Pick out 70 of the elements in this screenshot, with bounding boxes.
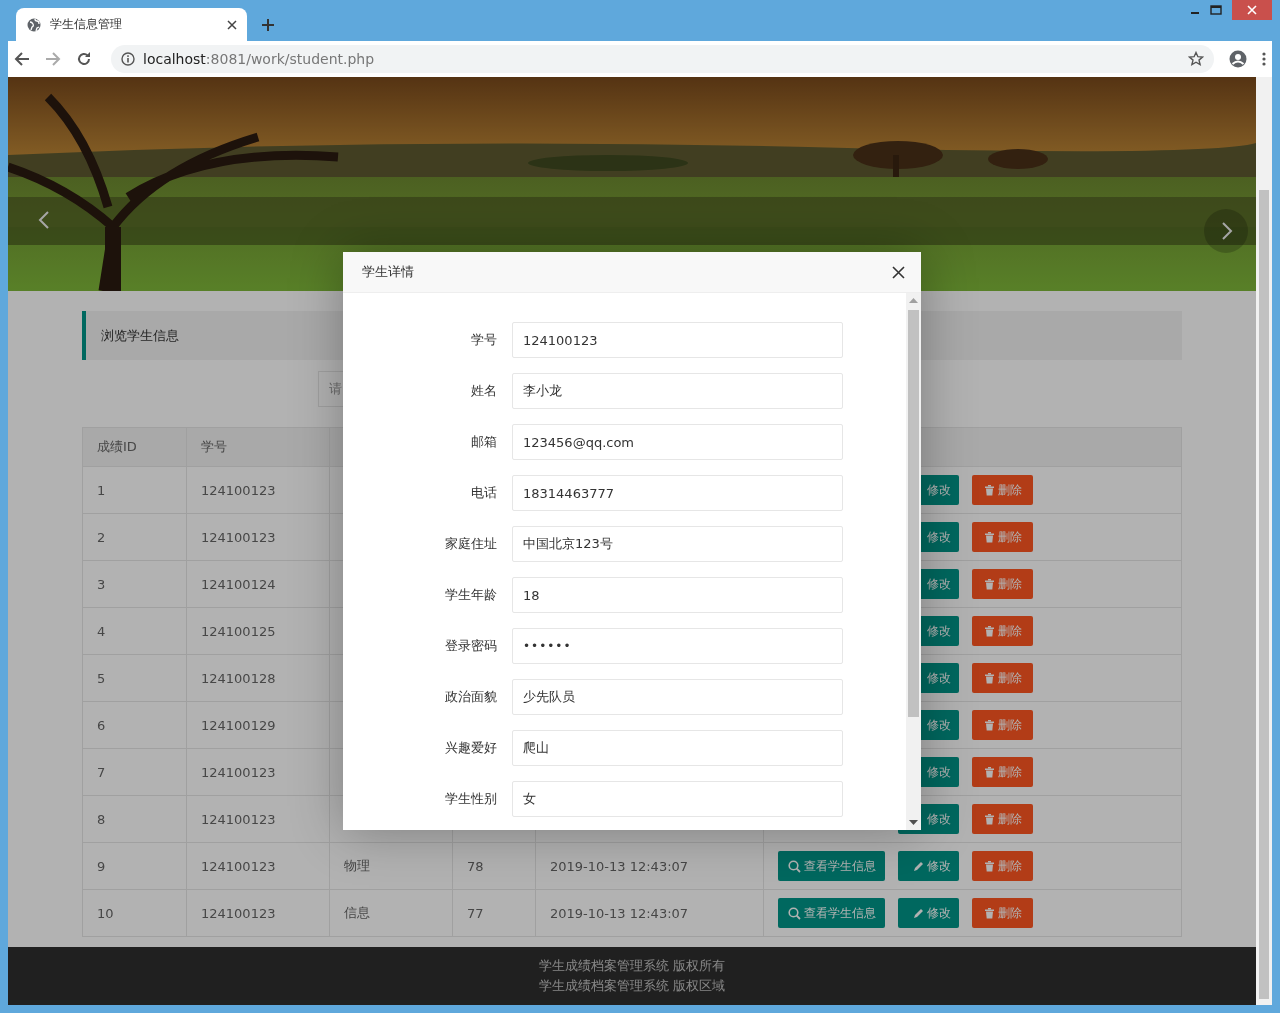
table-cell-text: 3: [96, 575, 107, 594]
browser-tab[interactable]: 学生信息管理: [16, 8, 247, 41]
address-bar[interactable]: localhost:8081/work/student.php: [111, 45, 1214, 73]
password-field[interactable]: ••••••: [512, 628, 843, 664]
delete-button[interactable]: 删除: [972, 710, 1033, 740]
input-field[interactable]: 女: [512, 781, 843, 817]
delete-button[interactable]: 删除: [972, 475, 1033, 505]
field-label: 邮箱: [470, 433, 497, 451]
table-cell: 78: [452, 843, 535, 889]
table-cell: 77: [452, 890, 535, 936]
field-label: 学生性别: [444, 790, 497, 808]
delete-button[interactable]: 删除: [972, 757, 1033, 787]
input-field[interactable]: 124100123: [512, 322, 843, 358]
view-button[interactable]: 查看学生信息: [778, 851, 885, 881]
field-label: 电话: [470, 484, 497, 502]
input-field[interactable]: 爬山: [512, 730, 843, 766]
table-cell: 信息: [329, 890, 452, 936]
table-cell: 124100123: [186, 796, 329, 842]
input-field[interactable]: 123456@qq.com: [512, 424, 843, 460]
table-cell-text: 9: [96, 857, 107, 876]
table-cell: 124100125: [186, 608, 329, 654]
table-cell: 124100123: [186, 890, 329, 936]
dialog-title: 学生详情: [362, 263, 414, 281]
panel-title: 浏览学生信息: [101, 326, 179, 345]
table-cell: 124100124: [186, 561, 329, 607]
table-cell-text: 6: [96, 716, 107, 735]
column-header: 学号: [186, 428, 329, 466]
delete-button[interactable]: 删除: [972, 898, 1033, 928]
table-cell-text: 8: [96, 810, 107, 829]
table-cell-text: 4: [96, 622, 107, 641]
input-field[interactable]: 18: [512, 577, 843, 613]
footer-text: 学生成绩档案管理系统 版权所有: [538, 957, 726, 975]
table-cell: 124100128: [186, 655, 329, 701]
input-field[interactable]: 李小龙: [512, 373, 843, 409]
table-cell: 124100129: [186, 702, 329, 748]
input-field[interactable]: 18314463777: [512, 475, 843, 511]
delete-button[interactable]: 删除: [972, 522, 1033, 552]
edit-button[interactable]: 修改: [898, 851, 959, 881]
input-field[interactable]: 少先队员: [512, 679, 843, 715]
delete-button[interactable]: 删除: [972, 804, 1033, 834]
table-cell: 2019-10-13 12:43:07: [535, 843, 763, 889]
delete-button[interactable]: 删除: [972, 569, 1033, 599]
table-cell: 124100123: [186, 467, 329, 513]
table-cell-text: 7: [96, 763, 107, 782]
edit-button[interactable]: 修改: [898, 898, 959, 928]
table-cell-text: 2: [96, 528, 107, 547]
field-label: 学生年龄: [444, 586, 497, 604]
delete-button[interactable]: 删除: [972, 616, 1033, 646]
field-label: 学号: [470, 331, 497, 349]
field-label: 政治面貌: [444, 688, 497, 706]
column-header: 成绩ID: [96, 438, 138, 456]
table-cell: 124100123: [186, 749, 329, 795]
tab-title: 学生信息管理: [50, 16, 123, 33]
field-label: 姓名: [470, 382, 497, 400]
field-label: 家庭住址: [444, 535, 497, 553]
footer-text: 学生成绩档案管理系统 版权区域: [538, 977, 726, 995]
field-label: 兴趣爱好: [444, 739, 497, 757]
table-cell: 2019-10-13 12:43:07: [535, 890, 763, 936]
table-cell: 124100123: [186, 514, 329, 560]
delete-button[interactable]: 删除: [972, 663, 1033, 693]
table-cell-text: 1: [96, 481, 107, 500]
field-label: 登录密码: [444, 637, 497, 655]
table-cell: 124100123: [186, 843, 329, 889]
input-field[interactable]: 中国北京123号: [512, 526, 843, 562]
url-text: localhost:8081/work/student.php: [143, 51, 376, 67]
table-cell-text: 5: [96, 669, 107, 688]
table-cell: 物理: [329, 843, 452, 889]
delete-button[interactable]: 删除: [972, 851, 1033, 881]
table-cell-text: 10: [96, 904, 115, 923]
view-button[interactable]: 查看学生信息: [778, 898, 885, 928]
